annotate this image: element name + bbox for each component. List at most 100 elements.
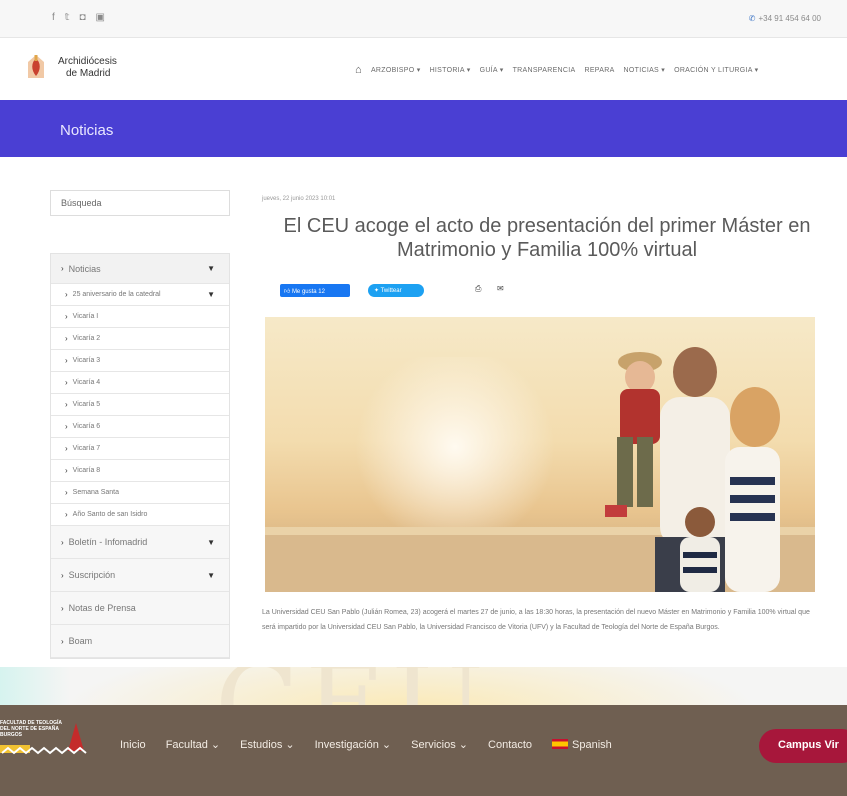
sidebar-item-vicaria-8[interactable]: › Vicaría 8 (51, 460, 229, 482)
footer-nav-estudios[interactable]: Estudios ⌄ (240, 738, 294, 751)
nav-item-guia[interactable]: GUÍA ▾ (480, 66, 504, 74)
sidebar-item-label: Vicaría 2 (72, 335, 101, 342)
sidebar-item-notas-prensa[interactable]: › Notas de Prensa (51, 592, 229, 625)
sidebar-item-vicaria-2[interactable]: › Vicaría 2 (51, 328, 229, 350)
like-label: Me gusta 12 (291, 289, 325, 295)
sidebar-item-ano-santo[interactable]: › Año Santo de san Isidro (51, 504, 229, 526)
article-body: La Universidad CEU San Pablo (Julián Rom… (262, 609, 810, 631)
sidebar-item-semana-santa[interactable]: › Semana Santa (51, 482, 229, 504)
sidebar-item-vicaria-6[interactable]: › Vicaría 6 (51, 416, 229, 438)
social-links: f 𝕥 ◘ ▣ (52, 12, 105, 23)
chevron-right-icon: › (65, 356, 68, 365)
phone-number: +34 91 454 64 00 (758, 14, 821, 23)
twitter-bird-icon: ✦ (374, 288, 381, 294)
sidebar-item-vicaria-7[interactable]: › Vicaría 7 (51, 438, 229, 460)
sidebar-item-label: Vicaría I (72, 313, 99, 320)
chevron-right-icon: › (65, 290, 68, 299)
spain-flag-icon (552, 738, 569, 749)
sidebar-item-vicaria-3[interactable]: › Vicaría 3 (51, 350, 229, 372)
caret-down-icon[interactable]: ▼ (207, 264, 215, 273)
sidebar-item-label: Boam (68, 636, 93, 646)
sidebar-item-label: Semana Santa (72, 489, 119, 496)
print-icon[interactable]: ⎙ (475, 284, 481, 294)
faculty-logo-text: FACULTAD DE TEOLOGÍA DEL NORTE DE ESPAÑA… (0, 720, 62, 738)
nav-item-arzobispo[interactable]: ARZOBISPO ▾ (371, 66, 421, 74)
footer-nav-inicio[interactable]: Inicio (120, 739, 146, 751)
nav-item-transparencia[interactable]: TRANSPARENCIA (513, 67, 576, 74)
sidebar-item-noticias[interactable]: › Noticias ▼ (51, 254, 229, 284)
logo-text[interactable]: Archidiócesis de Madrid (58, 56, 117, 80)
chevron-right-icon: › (65, 488, 68, 497)
tweet-label: Twittear (380, 288, 402, 294)
logo-line-2: de Madrid (66, 68, 111, 79)
footer-nav-facultad[interactable]: Facultad ⌄ (166, 738, 220, 751)
chevron-right-icon: › (65, 466, 68, 475)
sidebar-item-label: Suscripción (68, 570, 116, 580)
nav-item-noticias[interactable]: NOTICIAS ▾ (624, 66, 666, 74)
sidebar-menu: › Noticias ▼ › 25 aniversario de la catedra… (50, 253, 230, 659)
article-date: jueves, 22 junio 2023 10:01 (262, 196, 336, 202)
caret-down-icon[interactable]: ▼ (207, 290, 215, 299)
page-title: Noticias (60, 122, 114, 139)
chevron-right-icon: › (65, 422, 68, 431)
sidebar-item-label: Vicaría 5 (72, 401, 101, 408)
chevron-right-icon: › (65, 400, 68, 409)
chevron-right-icon: › (61, 264, 64, 273)
chevron-right-icon: › (65, 378, 68, 387)
home-icon[interactable]: ⌂ (355, 64, 362, 76)
sidebar-item-label: Vicaría 3 (72, 357, 101, 364)
facebook-like-button[interactable]: 👍︎ Me gusta 12 (280, 284, 350, 297)
phone-contact[interactable]: ✆ +34 91 454 64 00 (749, 14, 821, 23)
youtube-icon[interactable]: ▣ (95, 12, 104, 23)
sidebar-item-vicaria-1[interactable]: › Vicaría I (51, 306, 229, 328)
facebook-icon[interactable]: f (52, 12, 55, 23)
instagram-icon[interactable]: ◘ (79, 12, 85, 23)
content-area: Búsqueda › Noticias ▼ › 25 aniversario de l… (0, 157, 847, 667)
sidebar-item-label: Boletín - Infomadrid (68, 537, 148, 547)
nav-item-historia[interactable]: HISTORIA ▾ (430, 66, 471, 74)
sidebar-item-label: Vicaría 7 (72, 445, 101, 452)
sidebar-item-label: Vicaría 4 (72, 379, 101, 386)
family-photo-illustration (265, 347, 815, 592)
archdiocese-logo-icon[interactable] (24, 54, 48, 80)
sidebar-item-boletin[interactable]: › Boletín - Infomadrid ▼ (51, 526, 229, 559)
nav-item-repara[interactable]: REPARA (584, 67, 614, 74)
caret-down-icon[interactable]: ▼ (207, 538, 215, 547)
sidebar-item-boam[interactable]: › Boam (51, 625, 229, 658)
sidebar-item-label: 25 aniversario de la catedral (72, 291, 161, 298)
sidebar-item-label: Noticias (68, 263, 101, 274)
sidebar-item-label: Notas de Prensa (68, 603, 136, 613)
search-input[interactable]: Búsqueda (50, 190, 230, 216)
top-bar: f 𝕥 ◘ ▣ ✆ +34 91 454 64 00 (0, 0, 847, 38)
chevron-right-icon: › (65, 444, 68, 453)
caret-down-icon[interactable]: ▼ (207, 571, 215, 580)
footer-nav-investigacion[interactable]: Investigación ⌄ (315, 738, 391, 751)
language-selector[interactable]: Spanish (552, 738, 612, 751)
campus-virtual-button[interactable]: Campus Vir (759, 729, 847, 763)
chevron-right-icon: › (61, 636, 64, 646)
logo-line-1: Archidiócesis (58, 56, 117, 67)
footer-nav-contacto[interactable]: Contacto (488, 739, 532, 751)
sidebar-item-25-aniversario[interactable]: › 25 aniversario de la catedral ▼ (51, 284, 229, 306)
sidebar-item-suscripcion[interactable]: › Suscripción ▼ (51, 559, 229, 592)
sidebar-item-vicaria-4[interactable]: › Vicaría 4 (51, 372, 229, 394)
nav-item-oracion[interactable]: ORACIÓN Y LITURGIA ▾ (674, 66, 758, 74)
chevron-right-icon: › (61, 603, 64, 613)
article-image (265, 317, 815, 592)
chevron-right-icon: › (65, 510, 68, 519)
twitter-icon[interactable]: 𝕥 (65, 12, 70, 23)
site-header: Archidiócesis de Madrid ⌂ ARZOBISPO ▾ HI… (0, 38, 847, 100)
footer-nav-servicios[interactable]: Servicios ⌄ (411, 738, 468, 751)
email-icon[interactable]: ✉ (497, 284, 504, 293)
sidebar-item-vicaria-5[interactable]: › Vicaría 5 (51, 394, 229, 416)
main-nav: ⌂ ARZOBISPO ▾ HISTORIA ▾ GUÍA ▾ TRANSPAR… (355, 64, 758, 76)
chevron-right-icon: › (61, 537, 64, 547)
footer-nav: Inicio Facultad ⌄ Estudios ⌄ Investigaci… (120, 738, 612, 751)
phone-icon: ✆ (748, 14, 756, 23)
thumbs-up-icon: 👍︎ (284, 289, 292, 295)
sidebar-item-label: Vicaría 6 (72, 423, 101, 430)
article-title: El CEU acoge el acto de presentación del… (283, 215, 811, 261)
chevron-right-icon: › (65, 334, 68, 343)
chevron-right-icon: › (61, 570, 64, 580)
twitter-share-button[interactable]: ✦ Twittear (368, 284, 424, 297)
